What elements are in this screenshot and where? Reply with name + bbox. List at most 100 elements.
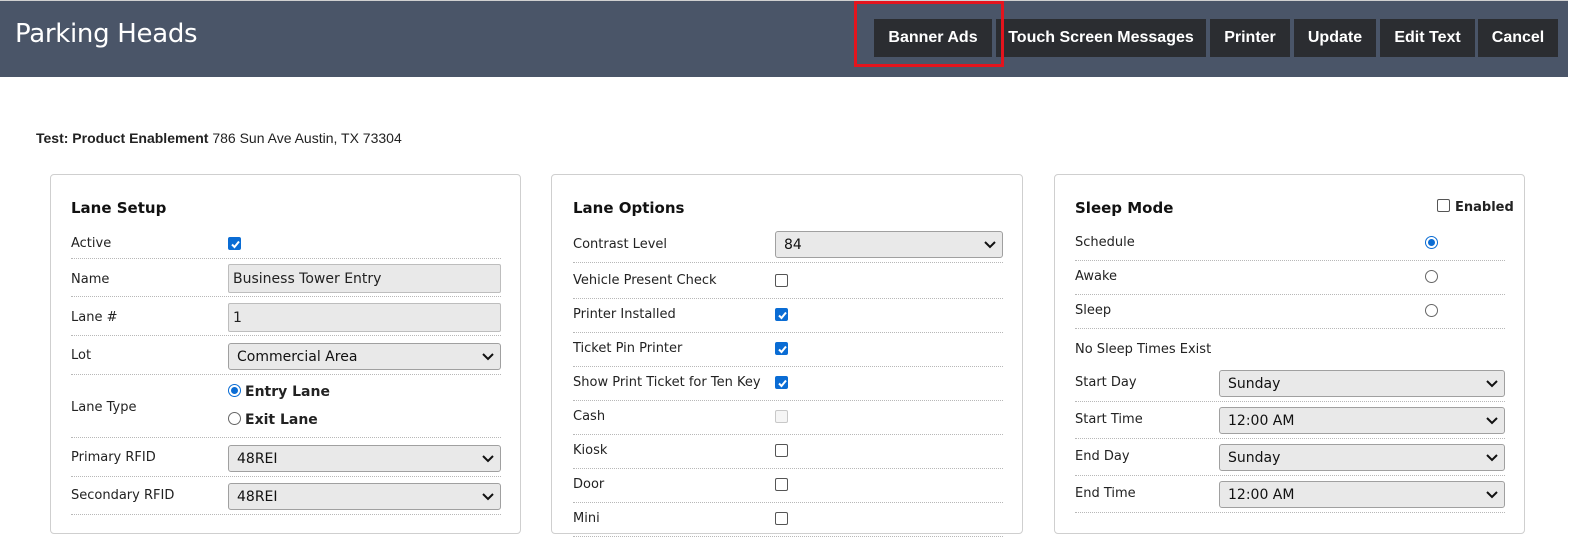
sleep-mode-label: Schedule (1075, 235, 1135, 250)
start-time-label: Start Time (1075, 412, 1143, 427)
location-address: 786 Sun Ave Austin, TX 73304 (212, 130, 402, 146)
secondary-rfid-row: Secondary RFID 48REI (71, 479, 501, 515)
primary-rfid-label: Primary RFID (71, 450, 156, 465)
option-checkbox[interactable] (775, 308, 788, 321)
option-label: Kiosk (573, 443, 608, 458)
option-label: Show Print Ticket for Ten Key (573, 375, 761, 390)
sleep-mode-radio[interactable] (1425, 270, 1438, 283)
lane-type-label: Lane Type (71, 400, 137, 415)
primary-rfid-row: Primary RFID 48REI (71, 441, 501, 477)
start-day-select[interactable]: Sunday (1219, 370, 1505, 397)
cancel-button[interactable]: Cancel (1478, 19, 1558, 57)
chevron-down-icon (1486, 380, 1498, 388)
secondary-rfid-label: Secondary RFID (71, 488, 175, 503)
end-day-select[interactable]: Sunday (1219, 444, 1505, 471)
entry-lane-label: Entry Lane (245, 384, 330, 400)
printer-button[interactable]: Printer (1210, 19, 1290, 57)
option-checkbox[interactable] (775, 444, 788, 457)
option-row: Kiosk (573, 435, 1003, 469)
sleep-enabled-label: Enabled (1455, 200, 1514, 215)
end-day-value: Sunday (1228, 449, 1281, 466)
exit-lane-radio[interactable] (228, 412, 241, 425)
page-title: Parking Heads (15, 19, 198, 49)
primary-rfid-value: 48REI (237, 450, 278, 467)
name-field[interactable]: Business Tower Entry (228, 264, 501, 293)
lot-select[interactable]: Commercial Area (228, 343, 501, 370)
option-label: Vehicle Present Check (573, 273, 717, 288)
lot-row: Lot Commercial Area (71, 339, 501, 375)
start-day-row: Start Day Sunday (1075, 366, 1505, 402)
end-day-label: End Day (1075, 449, 1130, 464)
sleep-mode-row: Sleep (1075, 295, 1505, 329)
start-day-value: Sunday (1228, 375, 1281, 392)
sleep-mode-title: Sleep Mode (1075, 199, 1174, 217)
entry-lane-radio[interactable] (228, 384, 241, 397)
active-label: Active (71, 236, 112, 251)
sleep-mode-label: Sleep (1075, 303, 1112, 318)
end-time-label: End Time (1075, 486, 1136, 501)
option-label: Printer Installed (573, 307, 676, 322)
secondary-rfid-select[interactable]: 48REI (228, 483, 501, 510)
lane-number-field[interactable]: 1 (228, 303, 501, 332)
active-checkbox[interactable] (228, 237, 241, 250)
option-label: Door (573, 477, 605, 492)
option-row: Mini (573, 503, 1003, 537)
banner-ads-button[interactable]: Banner Ads (874, 19, 992, 57)
option-checkbox[interactable] (775, 342, 788, 355)
chevron-down-icon (1486, 417, 1498, 425)
option-row: Ticket Pin Printer (573, 333, 1003, 367)
lane-number-row: Lane # 1 (71, 300, 501, 336)
option-checkbox[interactable] (775, 512, 788, 525)
start-time-select[interactable]: 12:00 AM (1219, 407, 1505, 434)
sleep-mode-radio[interactable] (1425, 236, 1438, 249)
chevron-down-icon (1486, 491, 1498, 499)
contrast-label: Contrast Level (573, 237, 667, 252)
end-time-select[interactable]: 12:00 AM (1219, 481, 1505, 508)
name-label: Name (71, 272, 110, 287)
contrast-row: Contrast Level 84 (573, 227, 1003, 263)
option-checkbox[interactable] (775, 376, 788, 389)
chevron-down-icon (482, 353, 494, 361)
update-button[interactable]: Update (1294, 19, 1376, 57)
lane-type-row: Lane Type Entry Lane Exit Lane (71, 378, 501, 438)
contrast-value: 84 (784, 236, 802, 253)
secondary-rfid-value: 48REI (237, 488, 278, 505)
primary-rfid-select[interactable]: 48REI (228, 445, 501, 472)
end-time-value: 12:00 AM (1228, 486, 1295, 503)
option-label: Mini (573, 511, 600, 526)
sleep-enabled-checkbox[interactable] (1437, 199, 1450, 212)
sleep-mode-row: Awake (1075, 261, 1505, 295)
option-row: Vehicle Present Check (573, 265, 1003, 299)
option-row: Door (573, 469, 1003, 503)
sleep-mode-radio[interactable] (1425, 304, 1438, 317)
option-label: Cash (573, 409, 606, 424)
end-day-row: End Day Sunday (1075, 440, 1505, 476)
touch-screen-messages-button[interactable]: Touch Screen Messages (996, 19, 1206, 57)
chevron-down-icon (482, 493, 494, 501)
lane-setup-title: Lane Setup (71, 199, 167, 217)
option-row: Show Print Ticket for Ten Key (573, 367, 1003, 401)
active-row: Active (71, 227, 501, 259)
chevron-down-icon (1486, 454, 1498, 462)
location-line: Test: Product Enablement 786 Sun Ave Aus… (36, 130, 402, 146)
lane-setup-panel: Lane Setup Active Name Business Tower En… (50, 174, 521, 534)
chevron-down-icon (984, 241, 996, 249)
option-row: Cash (573, 401, 1003, 435)
option-checkbox[interactable] (775, 478, 788, 491)
lot-label: Lot (71, 348, 92, 363)
contrast-select[interactable]: 84 (775, 231, 1003, 258)
end-time-row: End Time 12:00 AM (1075, 477, 1505, 513)
option-row: Printer Installed (573, 299, 1003, 333)
no-sleep-times-text: No Sleep Times Exist (1075, 342, 1212, 357)
lane-options-panel: Lane Options Contrast Level 84 Vehicle P… (551, 174, 1023, 537)
app-header: Parking Heads Banner Ads Touch Screen Me… (0, 0, 1568, 77)
start-time-row: Start Time 12:00 AM (1075, 403, 1505, 439)
option-checkbox[interactable] (775, 274, 788, 287)
lane-options-title: Lane Options (573, 199, 685, 217)
lot-select-value: Commercial Area (237, 348, 358, 365)
sleep-mode-row: Schedule (1075, 227, 1505, 261)
edit-text-button[interactable]: Edit Text (1380, 19, 1475, 57)
option-label: Ticket Pin Printer (573, 341, 683, 356)
exit-lane-label: Exit Lane (245, 412, 318, 428)
sleep-mode-panel: Sleep Mode Enabled Schedule Awake Sleep No… (1054, 174, 1525, 534)
